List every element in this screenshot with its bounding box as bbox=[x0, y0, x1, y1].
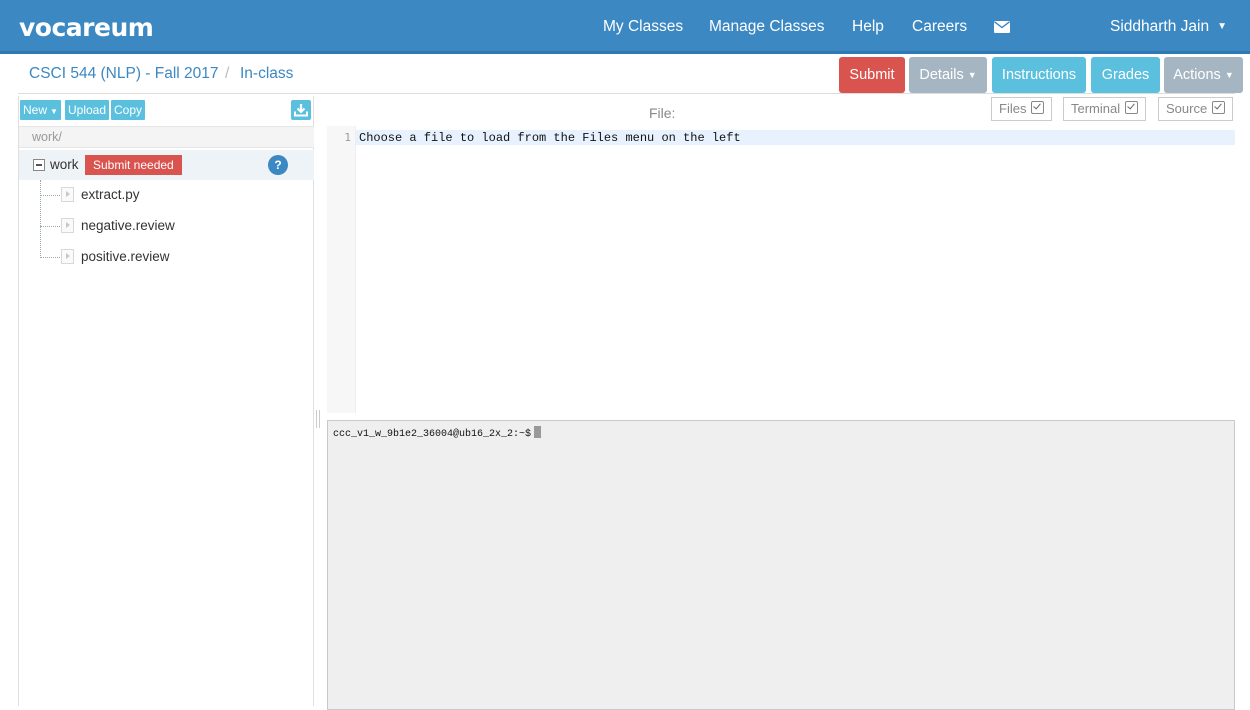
breadcrumb-separator: / bbox=[225, 65, 230, 82]
tree-file-item[interactable]: positive.review bbox=[40, 242, 310, 272]
terminal-cursor bbox=[534, 426, 542, 438]
tree-connector bbox=[40, 195, 60, 196]
caret-down-icon: ▼ bbox=[1217, 21, 1227, 32]
source-toggle[interactable]: Source bbox=[1158, 97, 1234, 121]
caret-down-icon: ▼ bbox=[50, 107, 58, 116]
checkbox-icon bbox=[1125, 101, 1139, 114]
editor-content[interactable]: Choose a file to load from the Files men… bbox=[359, 131, 741, 145]
caret-down-icon: ▼ bbox=[1224, 70, 1234, 80]
line-gutter: 1 bbox=[327, 126, 356, 413]
collapse-icon[interactable] bbox=[33, 159, 45, 171]
current-path: work/ bbox=[19, 126, 314, 148]
editor-header: File: Files Terminal Source bbox=[327, 96, 1235, 126]
checkbox-icon bbox=[1212, 101, 1226, 114]
instructions-button[interactable]: Instructions bbox=[992, 57, 1086, 93]
file-icon bbox=[61, 249, 74, 264]
folder-label[interactable]: work bbox=[50, 157, 79, 172]
file-browser-panel: New ▼ Upload Copy work/ work Submit neede… bbox=[18, 96, 314, 706]
upload-button[interactable]: Upload bbox=[65, 100, 110, 120]
prompt-text: ccc_v1_w_9b1e2_36004@ub16_2x_2:~$ bbox=[333, 429, 532, 440]
file-name[interactable]: extract.py bbox=[81, 187, 140, 202]
divider bbox=[18, 93, 1235, 94]
details-dropdown-button[interactable]: Details ▼ bbox=[909, 57, 987, 93]
checkbox-icon bbox=[1031, 101, 1045, 114]
caret-down-icon: ▼ bbox=[967, 70, 977, 80]
file-icon bbox=[61, 187, 74, 202]
user-menu[interactable]: Siddharth Jain ▼ bbox=[1110, 18, 1227, 36]
tree-connector bbox=[40, 226, 60, 227]
breadcrumb-bar: CSCI 544 (NLP) - Fall 2017 / In-class Su… bbox=[0, 54, 1250, 94]
download-icon bbox=[294, 104, 308, 117]
resize-handle[interactable] bbox=[316, 410, 320, 428]
files-toggle[interactable]: Files bbox=[991, 97, 1053, 121]
submit-needed-badge: Submit needed bbox=[85, 155, 182, 175]
source-toggle-label: Source bbox=[1166, 101, 1208, 116]
help-icon[interactable]: ? bbox=[268, 155, 288, 175]
copy-button[interactable]: Copy bbox=[111, 100, 146, 120]
nav-help[interactable]: Help bbox=[852, 18, 884, 36]
terminal[interactable]: ccc_v1_w_9b1e2_36004@ub16_2x_2:~$ bbox=[327, 420, 1235, 710]
breadcrumb-assignment[interactable]: In-class bbox=[240, 65, 293, 83]
nav-careers[interactable]: Careers bbox=[912, 18, 967, 36]
vocareum-logo[interactable]: vocareum bbox=[19, 13, 154, 42]
terminal-prompt: ccc_v1_w_9b1e2_36004@ub16_2x_2:~$ bbox=[333, 426, 542, 440]
file-name[interactable]: positive.review bbox=[81, 249, 170, 264]
tree-file-item[interactable]: negative.review bbox=[40, 211, 310, 241]
nav-my-classes[interactable]: My Classes bbox=[603, 18, 683, 36]
submit-button[interactable]: Submit bbox=[839, 57, 905, 93]
tree-connector bbox=[40, 257, 60, 258]
grades-button[interactable]: Grades bbox=[1091, 57, 1160, 93]
nav-manage-classes[interactable]: Manage Classes bbox=[709, 18, 824, 36]
envelope-icon[interactable] bbox=[994, 21, 1010, 33]
current-file-label: File: bbox=[649, 105, 676, 121]
terminal-toggle[interactable]: Terminal bbox=[1063, 97, 1147, 121]
file-toolbar: New ▼ Upload Copy bbox=[19, 96, 314, 126]
tree-file-item[interactable]: extract.py bbox=[40, 180, 310, 210]
actions-label: Actions bbox=[1173, 67, 1221, 83]
new-file-button[interactable]: New ▼ bbox=[20, 100, 61, 120]
line-number: 1 bbox=[344, 131, 351, 144]
user-name: Siddharth Jain bbox=[1110, 18, 1210, 35]
breadcrumb-course[interactable]: CSCI 544 (NLP) - Fall 2017 bbox=[29, 65, 219, 83]
tree-root-work[interactable]: work Submit needed ? bbox=[19, 150, 314, 180]
code-editor[interactable]: 1 Choose a file to load from the Files m… bbox=[327, 126, 1235, 413]
file-icon bbox=[61, 218, 74, 233]
new-label: New bbox=[23, 103, 48, 117]
download-button[interactable] bbox=[291, 100, 311, 120]
terminal-toggle-label: Terminal bbox=[1071, 101, 1121, 116]
details-label: Details bbox=[919, 67, 964, 83]
file-name[interactable]: negative.review bbox=[81, 218, 175, 233]
top-navbar: vocareum My Classes Manage Classes Help … bbox=[0, 0, 1250, 54]
actions-dropdown-button[interactable]: Actions ▼ bbox=[1164, 57, 1243, 93]
files-toggle-label: Files bbox=[999, 101, 1027, 116]
